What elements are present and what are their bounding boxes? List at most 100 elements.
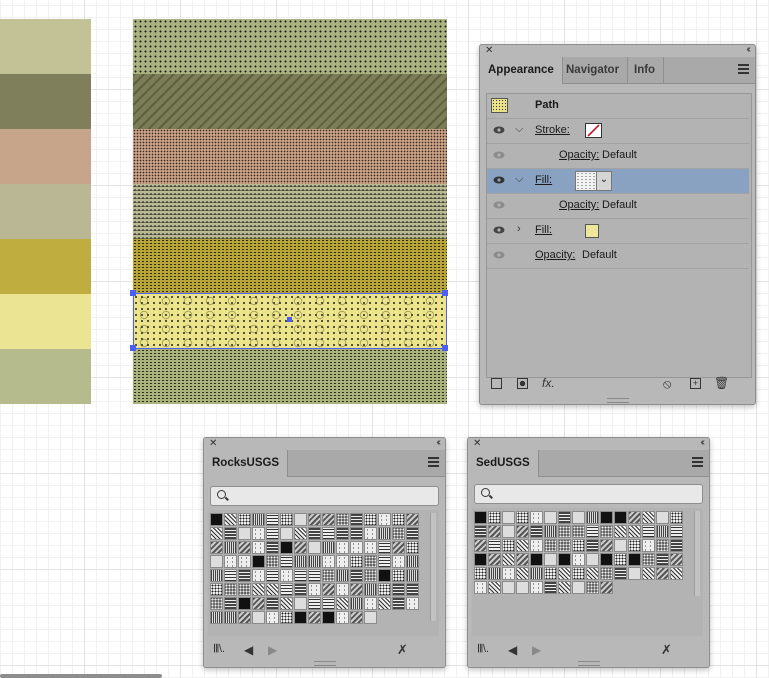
- pattern-swatch[interactable]: [336, 597, 349, 610]
- scrollbar[interactable]: [430, 513, 436, 621]
- pattern-swatch[interactable]: [378, 555, 391, 568]
- pattern-swatch[interactable]: [378, 583, 391, 596]
- color-swatch[interactable]: [0, 74, 91, 129]
- pattern-swatch[interactable]: [600, 581, 613, 594]
- pattern-swatch[interactable]: [224, 541, 237, 554]
- pattern-swatch[interactable]: [294, 513, 307, 526]
- pattern-swatch[interactable]: [670, 539, 683, 552]
- pattern-swatch[interactable]: [280, 611, 293, 624]
- pattern-swatch[interactable]: [238, 541, 251, 554]
- pattern-swatch[interactable]: [406, 513, 419, 526]
- pattern-swatch[interactable]: [516, 553, 529, 566]
- panel-menu-icon[interactable]: [428, 457, 439, 469]
- pattern-swatch[interactable]: [670, 567, 683, 580]
- pattern-swatch[interactable]: [488, 553, 501, 566]
- pattern-swatch[interactable]: [530, 539, 543, 552]
- pattern-swatch[interactable]: [558, 581, 571, 594]
- pattern-swatch[interactable]: [516, 567, 529, 580]
- pattern-swatch[interactable]: [628, 525, 641, 538]
- pattern-swatch[interactable]: [336, 541, 349, 554]
- pattern-swatch[interactable]: [502, 553, 515, 566]
- pattern-swatch[interactable]: [586, 581, 599, 594]
- previous-library-icon[interactable]: ◀: [508, 643, 517, 657]
- pattern-swatch[interactable]: [210, 583, 223, 596]
- pattern-swatch[interactable]: [350, 513, 363, 526]
- pattern-swatch[interactable]: [364, 569, 377, 582]
- pattern-swatch[interactable]: [392, 513, 405, 526]
- pattern-swatch[interactable]: [392, 527, 405, 540]
- opacity-label[interactable]: Opacity:: [559, 149, 599, 161]
- pattern-swatch[interactable]: [516, 525, 529, 538]
- pattern-swatch[interactable]: [530, 525, 543, 538]
- scrollbar[interactable]: [694, 511, 700, 596]
- fill-label[interactable]: Fill:: [535, 224, 552, 236]
- pattern-swatch[interactable]: [224, 513, 237, 526]
- pattern-swatch[interactable]: [544, 525, 557, 538]
- pattern-swatch[interactable]: [322, 513, 335, 526]
- pattern-swatch[interactable]: [572, 567, 585, 580]
- eye-icon[interactable]: [493, 176, 505, 184]
- color-swatch[interactable]: [0, 349, 91, 404]
- clear-appearance-icon[interactable]: ⦸: [663, 376, 671, 392]
- pattern-swatch[interactable]: [586, 525, 599, 538]
- pattern-swatch[interactable]: [238, 527, 251, 540]
- pattern-swatch[interactable]: [210, 569, 223, 582]
- pattern-swatch[interactable]: [406, 583, 419, 596]
- pattern-swatch[interactable]: [364, 513, 377, 526]
- pattern-swatch[interactable]: [670, 553, 683, 566]
- add-new-stroke-icon[interactable]: [491, 378, 502, 389]
- pattern-swatch[interactable]: [670, 525, 683, 538]
- pattern-swatch[interactable]: [322, 541, 335, 554]
- pattern-swatch[interactable]: [322, 611, 335, 624]
- duplicate-item-icon[interactable]: +: [690, 378, 701, 389]
- pattern-swatch[interactable]: [572, 553, 585, 566]
- pattern-swatch[interactable]: [614, 525, 627, 538]
- pattern-swatch[interactable]: [544, 553, 557, 566]
- library-menu-icon[interactable]: 𝄃𝄃\.: [214, 643, 225, 656]
- pattern-swatch[interactable]: [210, 555, 223, 568]
- pattern-swatch[interactable]: [322, 597, 335, 610]
- pattern-swatch[interactable]: [280, 555, 293, 568]
- pattern-swatch[interactable]: [656, 553, 669, 566]
- panel-menu-icon[interactable]: [738, 64, 749, 76]
- pattern-swatch[interactable]: [572, 539, 585, 552]
- pattern-swatch[interactable]: [294, 569, 307, 582]
- pattern-swatch[interactable]: [378, 597, 391, 610]
- pattern-swatch[interactable]: [586, 567, 599, 580]
- pattern-swatch[interactable]: [488, 525, 501, 538]
- tab-rocksusgs[interactable]: RocksUSGS: [204, 450, 289, 477]
- fx-icon[interactable]: fx.: [542, 376, 555, 390]
- pattern-swatch[interactable]: [392, 583, 405, 596]
- chevron-down-icon[interactable]: ⌵: [515, 123, 523, 136]
- collapse-icon[interactable]: ‹‹: [700, 437, 704, 448]
- pattern-swatch[interactable]: [530, 553, 543, 566]
- pattern-swatch[interactable]: [572, 511, 585, 524]
- pattern-swatch[interactable]: [406, 527, 419, 540]
- pattern-swatch[interactable]: [210, 597, 223, 610]
- fill-opacity-row[interactable]: Opacity: Default: [487, 194, 749, 219]
- pattern-swatch[interactable]: [350, 611, 363, 624]
- pattern-swatch[interactable]: [572, 581, 585, 594]
- pattern-swatch[interactable]: [656, 525, 669, 538]
- pattern-swatch[interactable]: [656, 567, 669, 580]
- add-new-fill-icon[interactable]: [517, 378, 528, 389]
- pattern-swatch[interactable]: [364, 527, 377, 540]
- pattern-swatch[interactable]: [294, 597, 307, 610]
- pattern-swatch[interactable]: [336, 527, 349, 540]
- pattern-swatch[interactable]: [558, 539, 571, 552]
- close-icon[interactable]: ✕: [473, 438, 481, 449]
- pattern-swatch[interactable]: [350, 527, 363, 540]
- pattern-swatch[interactable]: [642, 553, 655, 566]
- pattern-swatch[interactable]: [336, 569, 349, 582]
- pattern-swatch[interactable]: [516, 511, 529, 524]
- horizontal-scrollbar[interactable]: [0, 674, 162, 678]
- chevron-right-icon[interactable]: ›: [517, 223, 521, 235]
- pattern-swatch[interactable]: [252, 527, 265, 540]
- pattern-swatch[interactable]: [252, 569, 265, 582]
- pattern-swatch[interactable]: [266, 527, 279, 540]
- pattern-swatch[interactable]: [308, 611, 321, 624]
- pattern-swatch[interactable]: [308, 513, 321, 526]
- resize-grip[interactable]: [606, 398, 629, 403]
- pattern-swatch[interactable]: [336, 513, 349, 526]
- pattern-swatch[interactable]: [336, 611, 349, 624]
